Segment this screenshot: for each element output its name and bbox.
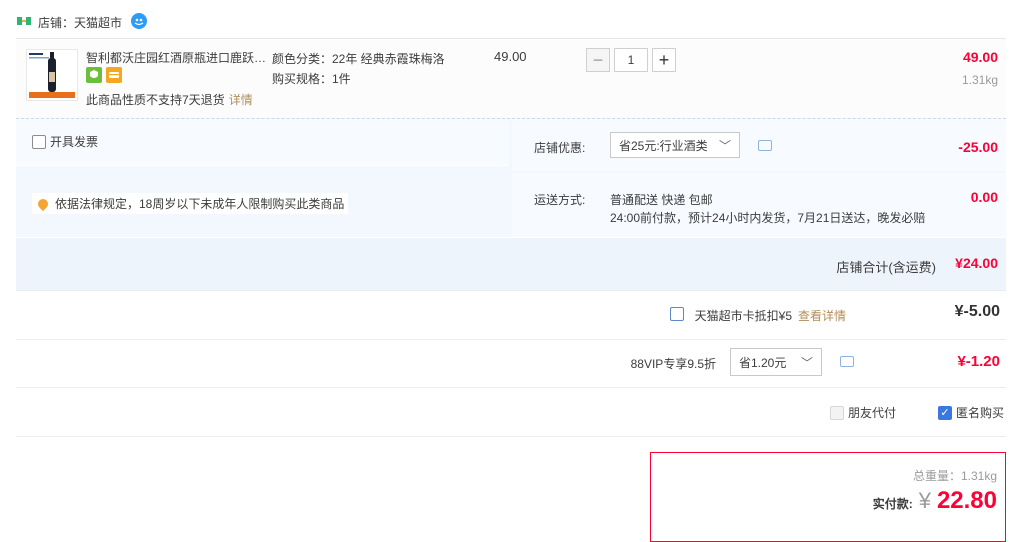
tmall-card-details-link[interactable]: 查看详情 [798,307,846,324]
shop-logo-icon [16,15,32,30]
tmall-card-row: 天猫超市卡抵扣¥5 查看详情 ¥-5.00 [16,290,1006,340]
quantity-increase-button[interactable]: + [652,48,676,72]
product-title[interactable]: 智利都沃庄园红酒原瓶进口鹿跃… [86,49,266,66]
tmall-card-label[interactable]: 天猫超市卡抵扣¥5 [695,307,792,324]
shop-order-panel: 开具发票 依据法律规定，18周岁以下未成年人限制购买此类商品 店铺优惠: 省25… [16,118,1006,290]
invoice-checkbox[interactable] [32,134,46,149]
vip-discount-label: 88VIP专享9.5折 [630,357,716,371]
order-item-row: 智利都沃庄园红酒原瓶进口鹿跃… 此商品性质不支持7天退货 详情 颜色分类：22年 … [16,38,1006,119]
shop-total-label: 店铺合计(含运费) [836,260,936,275]
line-total-price: 49.00 [962,49,998,65]
anonymous-label[interactable]: 匿名购买 [956,404,1004,421]
card-badge-icon [106,67,122,83]
shipping-eta: 24:00前付款，预计24小时内发货，7月21日送达，晚发必赔 [610,211,926,225]
tmall-card-checkbox[interactable] [670,307,684,321]
invoice-option[interactable]: 开具发票 [32,133,98,150]
payment-options-row: 朋友代付 ✓ 匿名购买 [16,388,1006,437]
actual-payment-label: 实付款: [872,497,913,511]
sku-spec: 购买规格：1件 [272,72,351,86]
anonymous-checkbox[interactable]: ✓ [937,405,952,420]
shop-discount-value: 省25元:行业酒类 [619,138,708,153]
vip-discount-row: 88VIP专享9.5折 省1.20元 ﹀ ¥-1.20 [16,339,1006,388]
message-icon[interactable] [758,140,772,151]
shop-discount-select[interactable]: 省25元:行业酒类 ﹀ [610,132,740,158]
service-badges [86,67,122,83]
total-weight: 总重量：1.31kg [912,469,997,483]
friend-pay-checkbox[interactable] [829,405,844,420]
shop-header: 店铺：天猫超市 [16,12,148,32]
actual-payment-amount: 22.80 [936,487,997,514]
chevron-down-icon: ﹀ [718,139,731,153]
sku-color: 颜色分类：22年 经典赤霞珠梅洛 [272,52,445,66]
age-restriction-text: 依据法律规定，18周岁以下未成年人限制购买此类商品 [55,197,345,211]
quantity-stepper: − 1 + [586,48,676,72]
tmall-card-amount: ¥-5.00 [954,303,1000,320]
guarantee-badge-icon [86,67,102,83]
chat-icon[interactable] [130,12,148,33]
age-restriction-notice: 依据法律规定，18周岁以下未成年人限制购买此类商品 [32,193,349,214]
friend-pay-option[interactable]: 朋友代付 [829,404,896,421]
shipping-label: 运送方式: [534,193,586,207]
quantity-input[interactable]: 1 [614,48,648,72]
shipping-method: 普通配送 快递 包邮 [610,193,713,207]
order-summary: 总重量：1.31kg 实付款: ¥ 22.80 [650,452,1006,542]
chevron-down-icon: ﹀ [800,356,813,370]
vip-discount-select[interactable]: 省1.20元 ﹀ [730,348,822,376]
shop-name[interactable]: 店铺：天猫超市 [38,14,122,31]
product-thumbnail[interactable] [26,49,78,101]
actual-payment: 实付款: ¥ 22.80 [873,487,997,515]
friend-pay-label[interactable]: 朋友代付 [848,404,896,421]
vip-discount-value: 省1.20元 [739,355,787,370]
unit-price: 49.00 [494,49,527,64]
sku-info: 颜色分类：22年 经典赤霞珠梅洛 购买规格：1件 [272,49,445,89]
shop-discount-label: 店铺优惠: [534,141,586,155]
return-policy-link[interactable]: 详情 [229,93,253,107]
shop-discount-amount: -25.00 [958,139,998,155]
return-policy-note: 此商品性质不支持7天退货 详情 [86,91,253,108]
vip-discount-amount: ¥-1.20 [957,353,1000,370]
anonymous-option[interactable]: ✓ 匿名购买 [937,404,1004,421]
quantity-decrease-button[interactable]: − [586,48,610,72]
invoice-label[interactable]: 开具发票 [50,133,98,150]
item-weight: 1.31kg [961,73,998,87]
shipping-fee: 0.00 [970,189,998,205]
notice-pin-icon [35,196,51,211]
currency-symbol: ¥ [918,488,931,513]
return-policy-text: 此商品性质不支持7天退货 [86,93,225,107]
message-icon[interactable] [840,356,854,367]
shop-total-amount: ¥24.00 [955,255,998,271]
